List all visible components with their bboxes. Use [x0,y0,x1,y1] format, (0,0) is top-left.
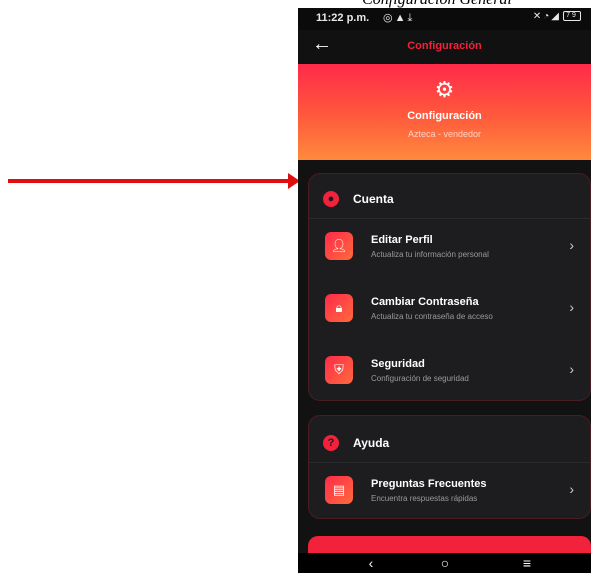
person-icon: 👤︎ [325,232,353,260]
item-subtitle: Encuentra respuestas rápidas [371,494,478,503]
section-title: Cuenta [353,192,394,206]
app-bar-title: Configuración [407,40,482,52]
chat-icon: ▤ [325,476,353,504]
settings-item-seguridad[interactable]: ⛨ Seguridad Configuración de seguridad › [309,344,591,400]
settings-item-preguntas-frecuentes[interactable]: ▤ Preguntas Frecuentes Encuentra respues… [309,464,591,520]
section-divider [309,218,590,219]
section-divider [309,462,590,463]
section-header-cuenta: ● Cuenta [323,187,394,211]
system-nav-bar: ‹ ○ ≡ [298,553,591,573]
status-left-icons: ◎▲⤓ [383,11,414,25]
header-title: Configuración [407,110,482,122]
home-nav-icon[interactable]: ○ [430,555,460,571]
chevron-right-icon: › [569,299,574,315]
settings-item-editar-perfil[interactable]: 👤︎ Editar Perfil Actualiza tu informació… [309,220,591,276]
status-bar: 11:22 p.m. ◎▲⤓ ✕◔◢ 79 [298,8,591,30]
status-right-icons: ✕◔◢ 79 [533,11,581,22]
annotation-arrow-line [8,179,292,183]
profile-header: ⚙ Configuración Azteca - vendedor [298,64,591,160]
help-circle-icon: ? [323,435,339,451]
section-title: Ayuda [353,436,390,450]
item-title: Preguntas Frecuentes [371,478,487,490]
back-nav-icon[interactable]: ‹ [356,555,386,571]
menu-nav-icon[interactable]: ≡ [512,555,542,571]
section-card-ayuda: ? Ayuda ▤ Preguntas Frecuentes Encuentra… [308,415,591,519]
item-title: Seguridad [371,358,425,370]
phone-screen: 11:22 p.m. ◎▲⤓ ✕◔◢ 79 ← Configuración ⚙ C… [298,8,591,573]
gear-icon: ⚙ [434,77,455,102]
app-bar: ← Configuración [298,30,591,64]
signal-icon: ◢ [551,11,561,22]
warning-icon: ▲ [394,12,408,24]
mute-icon: ✕ [532,11,544,22]
account-circle-icon: ● [323,191,339,207]
chevron-right-icon: › [569,237,574,253]
chevron-right-icon: › [569,481,574,497]
item-subtitle: Configuración de seguridad [371,374,469,383]
lock-icon: 🔒︎ [325,294,353,322]
item-subtitle: Actualiza tu contraseña de acceso [371,312,493,321]
item-title: Editar Perfil [371,234,433,246]
item-title: Cambiar Contraseña [371,296,479,308]
item-subtitle: Actualiza tu información personal [371,250,489,259]
header-subtitle: Azteca - vendedor [407,129,482,139]
status-time: 11:22 p.m. [316,12,370,24]
battery-icon: 79 [563,11,581,22]
chevron-right-icon: › [569,361,574,377]
download-icon: ⤓ [407,12,415,24]
settings-item-cambiar-contrasena[interactable]: 🔒︎ Cambiar Contraseña Actualiza tu contr… [309,282,591,338]
section-header-ayuda: ? Ayuda [323,431,389,455]
shield-icon: ⛨ [325,356,353,384]
whatsapp-icon: ◎ [383,12,395,24]
section-card-cuenta: ● Cuenta 👤︎ Editar Perfil Actualiza tu i… [308,173,591,401]
